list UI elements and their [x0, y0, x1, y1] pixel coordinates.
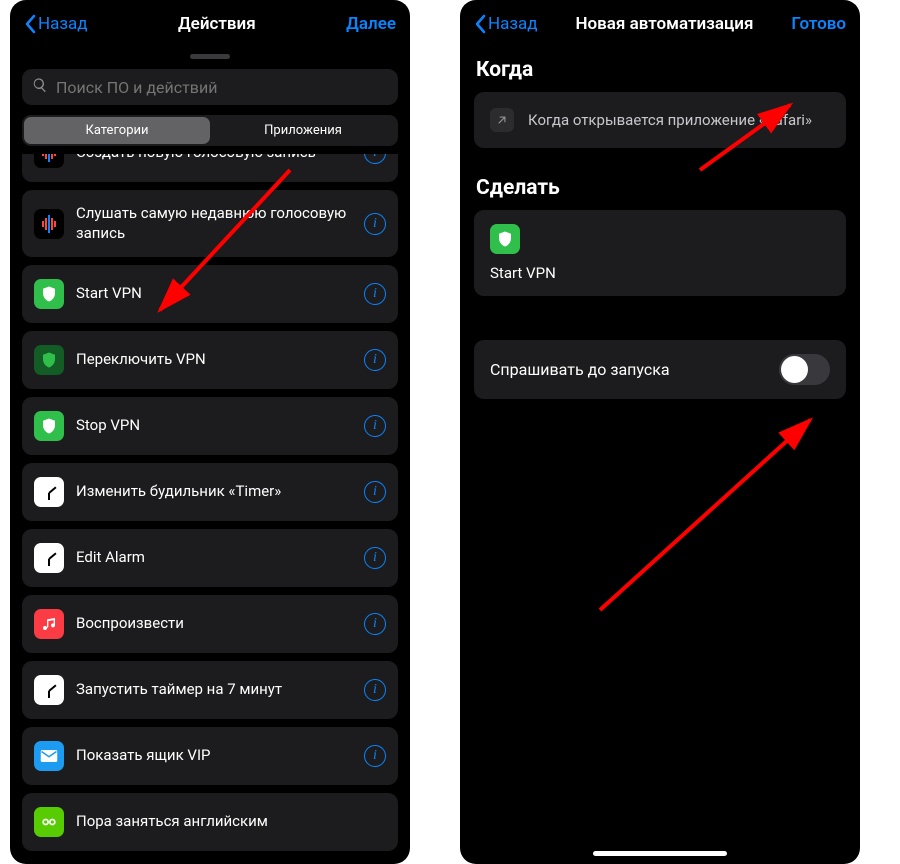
action-row-start-vpn[interactable]: Start VPN i: [22, 265, 398, 323]
open-app-icon: [490, 108, 514, 132]
shield-icon: [34, 411, 64, 441]
info-icon[interactable]: i: [364, 613, 386, 635]
action-label: Изменить будильник «Timer»: [76, 482, 352, 502]
back-button[interactable]: Назад: [474, 14, 538, 34]
info-icon[interactable]: i: [364, 349, 386, 371]
ask-before-run-row: Спрашивать до запуска: [474, 340, 846, 399]
toggle-knob: [781, 356, 808, 383]
info-icon[interactable]: i: [364, 154, 386, 164]
action-row[interactable]: Edit Alarm i: [22, 529, 398, 587]
action-row[interactable]: Stop VPN i: [22, 397, 398, 455]
segmented-control[interactable]: Категории Приложения: [22, 115, 398, 146]
page-title: Действия: [88, 14, 347, 34]
action-row[interactable]: Переключить VPN i: [22, 331, 398, 389]
music-icon: [34, 609, 64, 639]
action-row[interactable]: Изменить будильник «Timer» i: [22, 463, 398, 521]
info-icon[interactable]: i: [364, 745, 386, 767]
action-label: Создать новую голосовую запись: [76, 154, 352, 163]
search-icon: [32, 77, 48, 97]
chevron-left-icon: [24, 14, 36, 34]
voice-memo-icon: [34, 209, 64, 239]
duolingo-icon: [34, 807, 64, 837]
ask-label: Спрашивать до запуска: [490, 360, 670, 379]
clock-icon: [34, 477, 64, 507]
search-field[interactable]: [22, 69, 398, 105]
action-label: Пора заняться английским: [76, 812, 386, 832]
when-card[interactable]: Когда открывается приложение «Safari»: [474, 92, 846, 148]
home-indicator[interactable]: [593, 851, 727, 856]
section-when-title: Когда: [460, 44, 860, 92]
mail-icon: [34, 741, 64, 771]
action-label: Запустить таймер на 7 минут: [76, 680, 352, 700]
do-card[interactable]: Start VPN: [474, 210, 846, 296]
navbar: Назад Новая автоматизация Готово: [460, 0, 860, 44]
shield-icon: [490, 224, 520, 254]
do-action-label: Start VPN: [490, 264, 556, 282]
action-row[interactable]: Пора заняться английским: [22, 793, 398, 851]
shield-icon: [34, 279, 64, 309]
next-button[interactable]: Далее: [346, 14, 396, 34]
section-do-title: Сделать: [460, 162, 860, 210]
when-text: Когда открывается приложение «Safari»: [528, 111, 812, 129]
action-label: Показать ящик VIP: [76, 746, 352, 766]
clock-icon: [34, 675, 64, 705]
actions-list: Создать новую голосовую запись i Слушать…: [10, 154, 410, 863]
seg-categories[interactable]: Категории: [24, 117, 210, 144]
info-icon[interactable]: i: [364, 213, 386, 235]
action-row[interactable]: Слушать самую недавнюю голосовую запись …: [22, 190, 398, 257]
shield-icon: [34, 345, 64, 375]
action-row[interactable]: Показать ящик VIP i: [22, 727, 398, 785]
action-label: Edit Alarm: [76, 548, 352, 568]
navbar: Назад Действия Далее: [10, 0, 410, 44]
back-button[interactable]: Назад: [24, 14, 88, 34]
segmented-wrap: Категории Приложения: [10, 115, 410, 154]
back-label: Назад: [488, 14, 538, 34]
chevron-left-icon: [474, 14, 486, 34]
annotation-arrow: [590, 410, 830, 620]
ask-toggle[interactable]: [779, 354, 830, 385]
voice-memo-icon: [34, 154, 64, 168]
action-label: Переключить VPN: [76, 350, 352, 370]
phone-automation: Назад Новая автоматизация Готово Когда К…: [460, 0, 860, 864]
action-label: Start VPN: [76, 284, 352, 304]
sheet-grabber[interactable]: [190, 54, 230, 59]
clock-icon: [34, 543, 64, 573]
done-button[interactable]: Готово: [791, 14, 846, 34]
back-label: Назад: [38, 14, 88, 34]
search-wrap: [10, 69, 410, 115]
action-row[interactable]: Запустить таймер на 7 минут i: [22, 661, 398, 719]
info-icon[interactable]: i: [364, 415, 386, 437]
info-icon[interactable]: i: [364, 679, 386, 701]
action-row[interactable]: Создать новую голосовую запись i: [22, 154, 398, 182]
info-icon[interactable]: i: [364, 481, 386, 503]
action-label: Слушать самую недавнюю голосовую запись: [76, 204, 352, 243]
action-label: Воспроизвести: [76, 614, 352, 634]
action-label: Stop VPN: [76, 416, 352, 436]
page-title: Новая автоматизация: [538, 14, 792, 34]
action-row[interactable]: Воспроизвести i: [22, 595, 398, 653]
seg-apps[interactable]: Приложения: [210, 117, 396, 144]
phone-actions: Назад Действия Далее Категории Приложени…: [10, 0, 410, 864]
info-icon[interactable]: i: [364, 283, 386, 305]
info-icon[interactable]: i: [364, 547, 386, 569]
search-input[interactable]: [56, 78, 388, 97]
